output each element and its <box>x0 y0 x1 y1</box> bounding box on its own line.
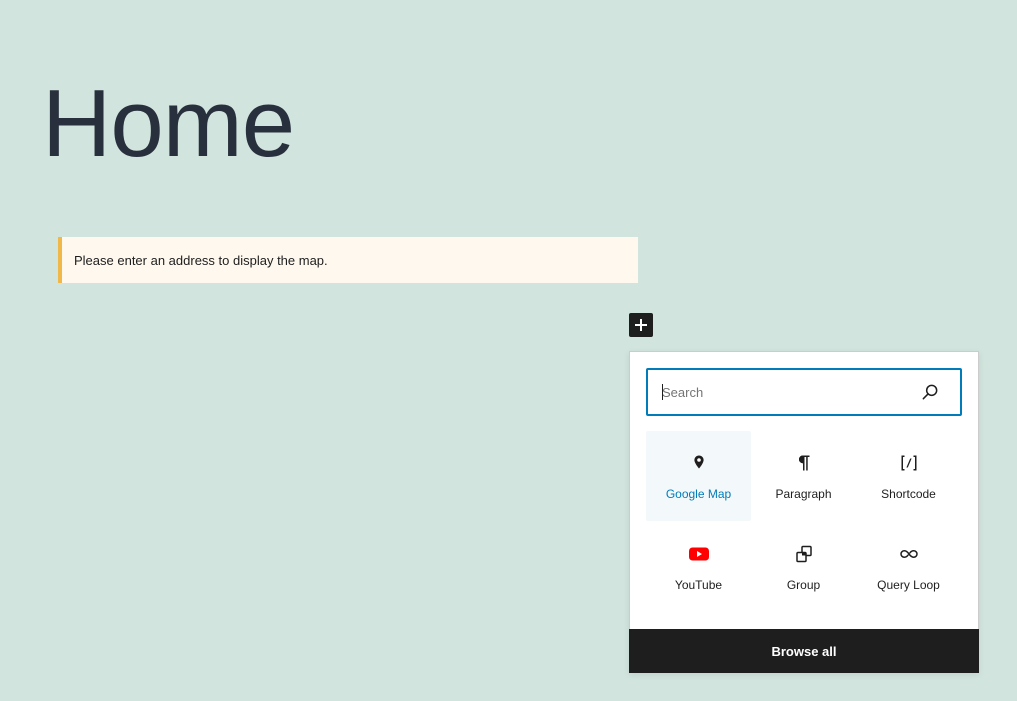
block-label: Shortcode <box>881 487 936 501</box>
loop-icon <box>897 542 921 566</box>
block-inserter-toggle[interactable] <box>629 313 653 337</box>
block-item-youtube[interactable]: YouTube <box>646 522 751 612</box>
paragraph-icon <box>792 451 816 475</box>
block-item-shortcode[interactable]: Shortcode <box>856 431 961 521</box>
block-inserter-popover: Google Map Paragraph Shortcode <box>629 351 979 673</box>
block-label: Query Loop <box>877 578 940 592</box>
block-label: Group <box>786 578 821 592</box>
page-title[interactable]: Home <box>42 72 295 176</box>
text-caret <box>662 384 663 400</box>
group-icon <box>792 542 816 566</box>
block-item-paragraph[interactable]: Paragraph <box>751 431 856 521</box>
map-pin-icon <box>687 451 711 475</box>
block-label: Google Map <box>665 487 732 501</box>
plus-icon <box>635 319 647 331</box>
map-notice: Please enter an address to display the m… <box>58 237 638 283</box>
browse-all-button[interactable]: Browse all <box>629 629 979 673</box>
search-icon <box>922 384 938 400</box>
search-field[interactable] <box>646 368 962 416</box>
block-label: YouTube <box>674 578 723 592</box>
block-item-group[interactable]: Group <box>751 522 856 612</box>
youtube-icon <box>687 542 711 566</box>
block-label: Paragraph <box>775 487 832 501</box>
block-item-google-map[interactable]: Google Map <box>646 431 751 521</box>
notice-text: Please enter an address to display the m… <box>74 252 328 268</box>
search-input[interactable] <box>662 370 912 414</box>
shortcode-icon <box>897 451 921 475</box>
block-item-query-loop[interactable]: Query Loop <box>856 522 961 612</box>
